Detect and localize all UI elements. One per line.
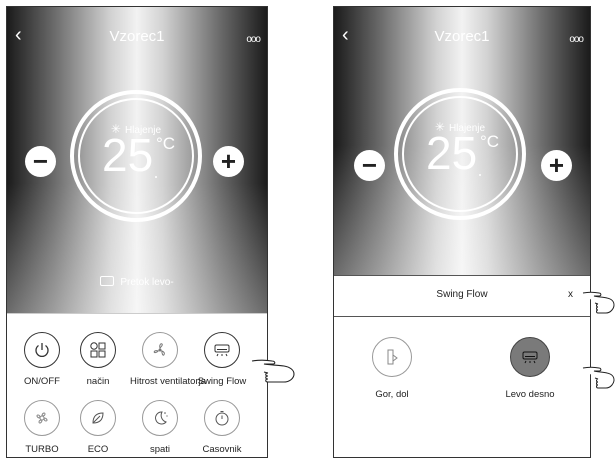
mode-label-button: način — [86, 376, 110, 387]
sleep-moon-icon — [142, 400, 178, 436]
decrease-temperature-button[interactable]: − — [354, 150, 385, 181]
decimal-dot — [155, 176, 157, 178]
mode-label: Hlajenje — [124, 125, 162, 136]
power-button[interactable]: ON/OFF — [12, 332, 72, 387]
power-icon — [24, 332, 60, 368]
mode-indicator: ✳ Hlajenje — [398, 120, 522, 134]
increase-temperature-button[interactable]: + — [541, 150, 572, 181]
leaf-icon — [80, 400, 116, 436]
fan-speed-label: Hitrost ventilatorja — [130, 376, 207, 387]
mode-grid-icon — [80, 332, 116, 368]
decrease-temperature-button[interactable]: − — [25, 146, 56, 177]
horizontal-swing-option[interactable]: Levo desno — [490, 337, 570, 400]
phone-screen-left: ‹ Vzorec1 ooo ✳ Hlajenje 25 °C − + Pretok… — [6, 6, 268, 458]
temperature-unit: °C — [480, 132, 500, 151]
phone-screen-right: ‹ Vzorec1 ooo ✳ Hlajenje 25 °C − + Swing … — [333, 6, 591, 458]
increase-temperature-button[interactable]: + — [213, 146, 244, 177]
temperature-dial: ✳ Hlajenje 25 °C — [394, 88, 526, 220]
swing-icon — [204, 332, 240, 368]
snowflake-icon: ✳ — [434, 120, 445, 134]
pointing-hand-icon — [251, 359, 295, 383]
temperature-value: 25 — [426, 127, 478, 179]
control-panel: ON/OFF način Hitrost ventilatorja Swing … — [7, 313, 267, 457]
pointing-hand-icon — [582, 366, 615, 389]
turbo-icon — [24, 400, 60, 436]
sleep-label: spati — [149, 444, 171, 455]
sleep-button[interactable]: spati — [130, 400, 190, 455]
power-label: ON/OFF — [24, 376, 60, 387]
page-title: Vzorec1 — [109, 28, 165, 45]
temperature-dial: ✳ Hlajenje 25 °C — [70, 90, 202, 222]
eco-label: ECO — [87, 444, 109, 455]
close-button[interactable]: x — [568, 289, 573, 300]
fan-icon — [142, 332, 178, 368]
dialog-title: Swing Flow — [436, 289, 488, 300]
more-options-icon[interactable]: ooo — [569, 34, 584, 45]
mode-label: Hlajenje — [448, 123, 486, 134]
page-title: Vzorec1 — [434, 28, 490, 45]
decimal-dot — [479, 174, 481, 176]
fan-speed-button[interactable]: Hitrost ventilatorja — [130, 332, 207, 387]
timer-button[interactable]: Casovnik — [192, 400, 252, 455]
vertical-swing-option[interactable]: Gor, dol — [352, 337, 432, 400]
vertical-swing-icon — [372, 337, 412, 377]
mode-button[interactable]: način — [68, 332, 128, 387]
flow-status: Pretok levo- — [7, 276, 267, 288]
temperature-unit: °C — [156, 134, 176, 153]
snowflake-icon: ✳ — [110, 122, 121, 136]
turbo-button[interactable]: TURBO — [12, 400, 72, 455]
swing-icon — [100, 276, 115, 286]
horizontal-swing-label: Levo desno — [505, 389, 555, 400]
pointing-hand-icon — [582, 291, 615, 314]
swing-flow-button[interactable]: Swing Flow — [192, 332, 252, 387]
timer-icon — [204, 400, 240, 436]
flow-status-label: Pretok levo- — [120, 277, 174, 288]
more-options-icon[interactable]: ooo — [246, 34, 261, 45]
turbo-label: TURBO — [25, 444, 59, 455]
temperature-value: 25 — [102, 129, 154, 181]
swing-flow-dialog-header: Swing Flow x — [334, 275, 590, 317]
timer-label: Casovnik — [202, 444, 242, 455]
horizontal-swing-icon — [510, 337, 550, 377]
mode-indicator: ✳ Hlajenje — [74, 122, 198, 136]
swing-flow-label: Swing Flow — [197, 376, 247, 387]
vertical-swing-label: Gor, dol — [375, 389, 409, 400]
eco-button[interactable]: ECO — [68, 400, 128, 455]
